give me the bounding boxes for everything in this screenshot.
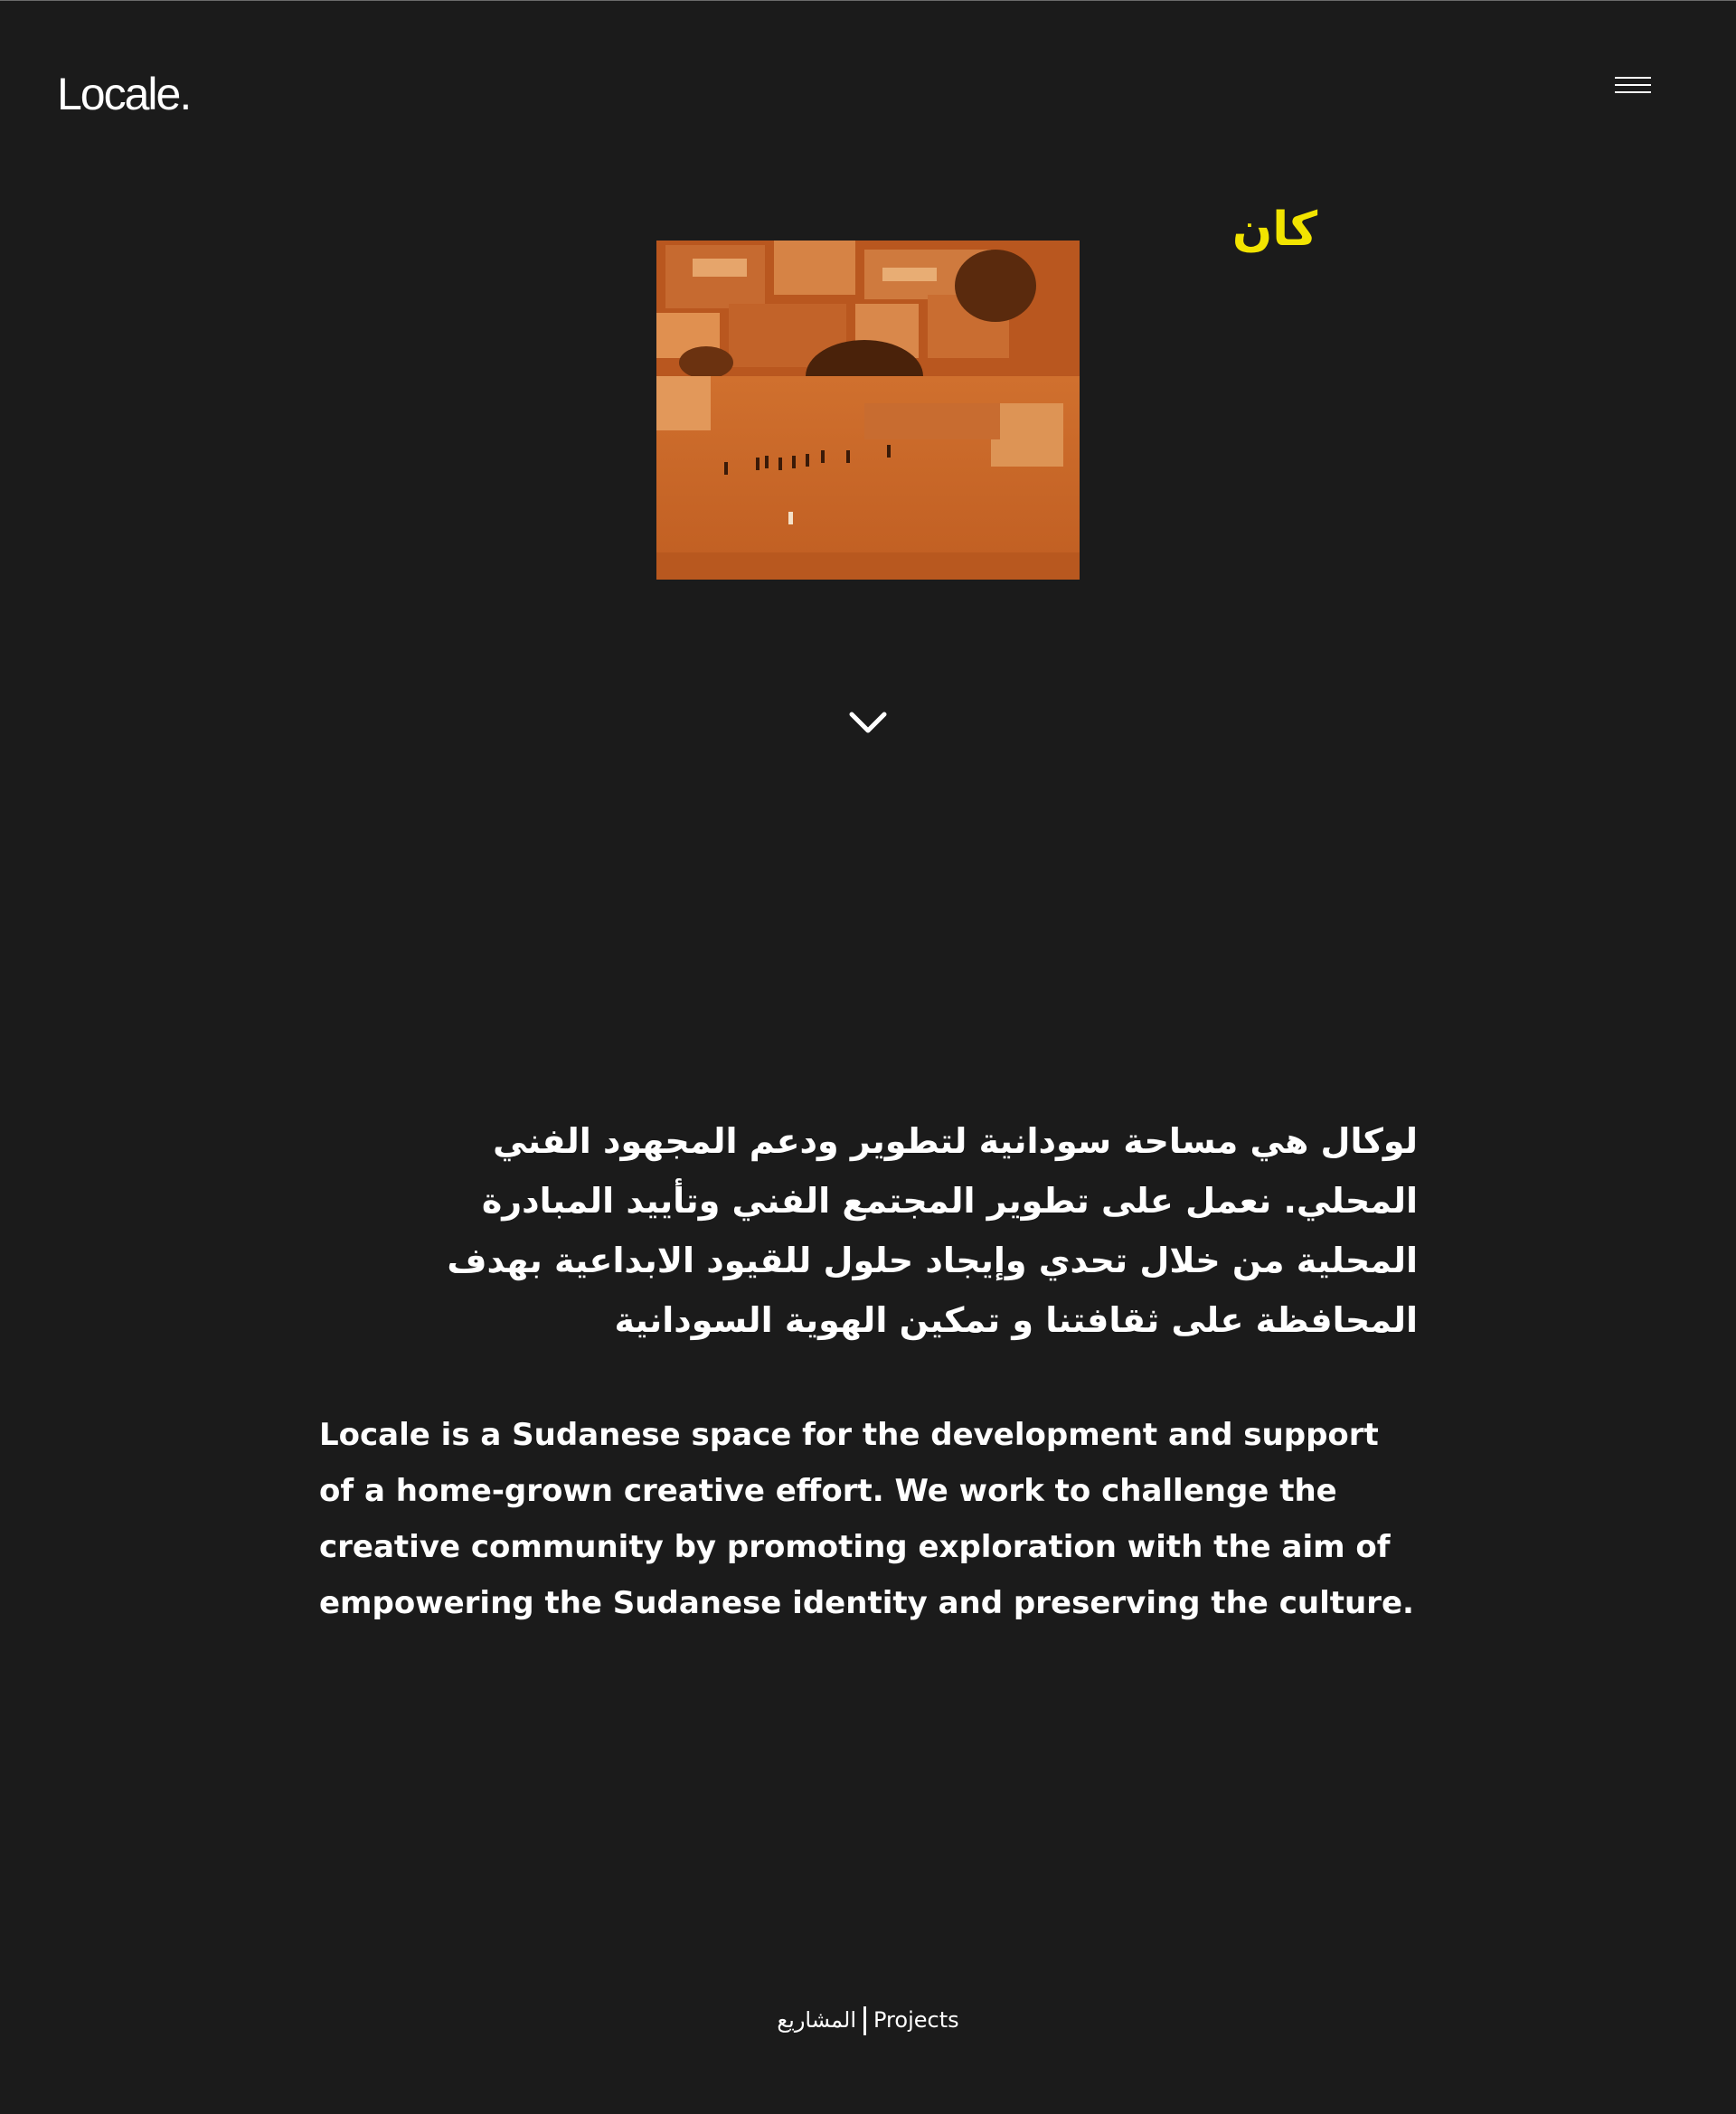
- projects-link-arabic[interactable]: المشاريع: [777, 2007, 856, 2033]
- hamburger-menu-icon[interactable]: [1615, 77, 1651, 100]
- site-logo[interactable]: Locale.: [57, 71, 192, 117]
- arabic-headline: كان: [1231, 203, 1318, 257]
- about-text-english: Locale is a Sudanese space for the devel…: [319, 1417, 1414, 1621]
- chevron-down-icon[interactable]: [848, 709, 888, 736]
- about-text-arabic: لوكال هي مساحة سودانية لتطوير ودعم المجه…: [447, 1121, 1418, 1340]
- hero-image: [656, 241, 1080, 580]
- footer-divider: [863, 2006, 866, 2035]
- footer-nav: المشاريع Projects: [0, 2002, 1736, 2038]
- village-photo-graphic: [656, 241, 1080, 580]
- projects-link-english[interactable]: Projects: [873, 2007, 959, 2033]
